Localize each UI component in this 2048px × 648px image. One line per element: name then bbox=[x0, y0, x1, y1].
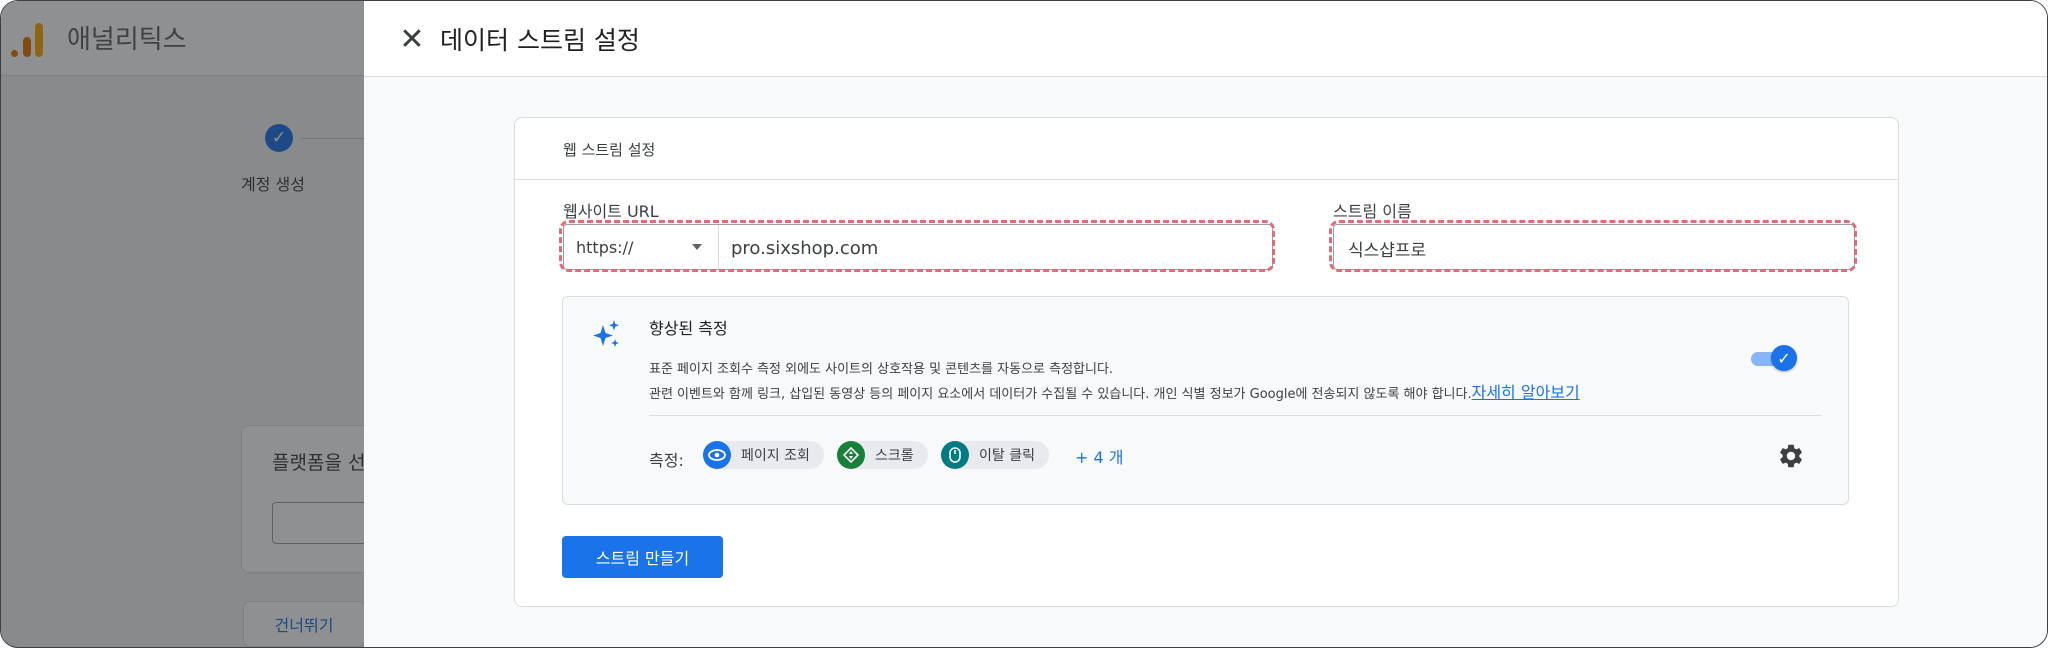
window-frame: 애널리틱스 ✓ 계정 생성 플랫폼을 선 건너뛰기 ✕ 데이터 스트림 설정 웹… bbox=[0, 0, 2048, 648]
chip-label: 페이지 조회 bbox=[741, 448, 810, 464]
divider bbox=[649, 415, 1821, 416]
chip-page-view: 페이지 조회 bbox=[703, 441, 824, 469]
enhanced-measurement-title: 향상된 측정 bbox=[649, 319, 728, 338]
enhanced-description-text: 관련 이벤트와 함께 링크, 삽입된 동영상 등의 페이지 요소에서 데이터가 … bbox=[649, 387, 1472, 402]
drawer-title: 데이터 스트림 설정 bbox=[440, 26, 640, 55]
protocol-select[interactable]: https:// bbox=[564, 225, 719, 269]
data-stream-drawer: ✕ 데이터 스트림 설정 웹 스트림 설정 웹사이트 URL https:// … bbox=[364, 1, 2047, 647]
drawer-header: ✕ 데이터 스트림 설정 bbox=[364, 1, 2047, 77]
close-icon[interactable]: ✕ bbox=[394, 21, 430, 57]
stream-name-field bbox=[1333, 224, 1855, 271]
chip-outbound-click: 이탈 클릭 bbox=[941, 441, 1049, 469]
check-icon: ✓ bbox=[1771, 345, 1797, 371]
more-measurements-link[interactable]: + 4 개 bbox=[1075, 444, 1123, 468]
enhanced-description-line1: 표준 페이지 조회수 측정 외에도 사이트의 상호작용 및 콘텐츠를 자동으로 … bbox=[649, 362, 1114, 377]
stream-name-input[interactable] bbox=[1346, 225, 1850, 271]
create-stream-button[interactable]: 스트림 만들기 bbox=[562, 536, 723, 578]
protocol-value: https:// bbox=[576, 237, 634, 257]
website-url-field: https:// bbox=[563, 224, 1273, 271]
chip-label: 이탈 클릭 bbox=[979, 448, 1035, 464]
scroll-icon bbox=[837, 441, 865, 469]
panel-header: 웹 스트림 설정 bbox=[515, 118, 1898, 180]
website-url-input[interactable] bbox=[729, 225, 1263, 271]
enhanced-measurement-section: 향상된 측정 표준 페이지 조회수 측정 외에도 사이트의 상호작용 및 콘텐츠… bbox=[562, 296, 1849, 505]
enhanced-measurement-toggle[interactable]: ✓ bbox=[1751, 345, 1797, 371]
sparkle-icon bbox=[593, 320, 619, 347]
learn-more-link[interactable]: 자세히 알아보기 bbox=[1472, 383, 1580, 402]
chip-label: 스크롤 bbox=[875, 448, 914, 464]
website-url-label: 웹사이트 URL bbox=[563, 202, 659, 221]
enhanced-description-line2: 관련 이벤트와 함께 링크, 삽입된 동영상 등의 페이지 요소에서 데이터가 … bbox=[649, 379, 1580, 403]
stream-name-label: 스트림 이름 bbox=[1333, 202, 1412, 221]
gear-icon[interactable] bbox=[1777, 442, 1805, 470]
eye-icon bbox=[703, 441, 731, 469]
panel-title: 웹 스트림 설정 bbox=[563, 141, 656, 159]
measure-label: 측정: bbox=[649, 451, 684, 470]
chip-scroll: 스크롤 bbox=[837, 441, 928, 469]
mouse-icon bbox=[941, 441, 969, 469]
chevron-down-icon bbox=[692, 244, 702, 250]
web-stream-panel: 웹 스트림 설정 웹사이트 URL https:// 스트림 이름 bbox=[514, 117, 1899, 607]
